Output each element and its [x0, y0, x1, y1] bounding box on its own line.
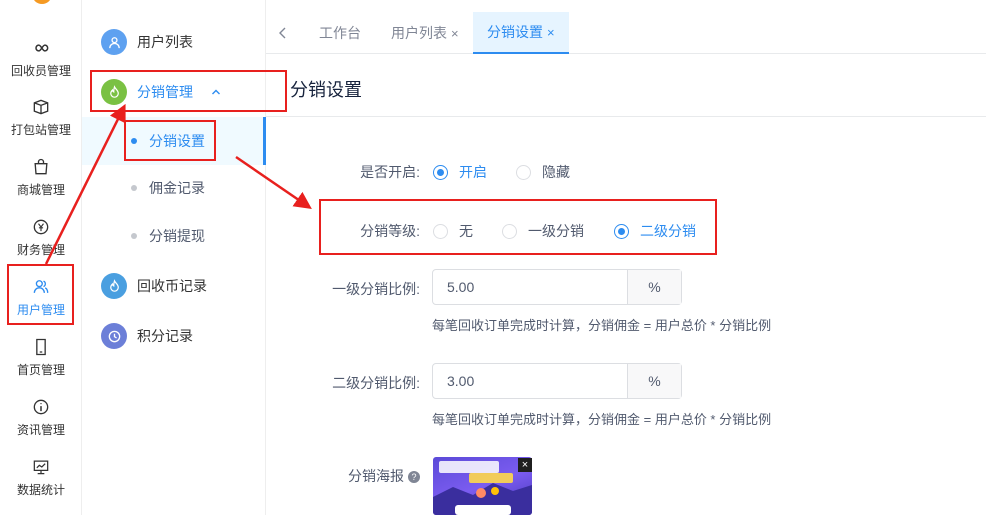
poster-label-text: 分销海报 [348, 468, 404, 484]
flame-icon [101, 273, 127, 299]
poster-remove-icon[interactable]: × [518, 458, 532, 472]
phone-icon [31, 337, 51, 357]
user-icon [101, 29, 127, 55]
submenu-label: 回收币记录 [137, 278, 207, 294]
infinity-icon [31, 38, 51, 58]
ratio1-input-group: % [432, 269, 682, 305]
chart-icon [31, 457, 51, 477]
chevron-left-icon [279, 27, 286, 39]
ratio1-hint: 每笔回收订单完成时计算，分销佣金 = 用户总价 * 分销比例 [432, 318, 772, 333]
annotation-box-distribution-mgmt [90, 70, 287, 112]
rail-label: 回收员管理 [10, 64, 71, 78]
rail-item-homepage[interactable]: 首页管理 [0, 337, 82, 397]
tab-workbench[interactable]: 工作台 [319, 12, 361, 54]
radio-label: 隐藏 [542, 164, 570, 180]
tab-user-list[interactable]: 用户列表 × [391, 12, 459, 54]
rail-item-statistics[interactable]: 数据统计 [0, 457, 82, 517]
submenu-label: 佣金记录 [149, 180, 205, 196]
box-icon [31, 97, 51, 117]
tab-distribution-settings[interactable]: 分销设置 × [473, 12, 569, 54]
close-icon[interactable]: × [547, 25, 555, 40]
icon-rail: 回收员管理 打包站管理 商城管理 财务管理 用户管理 首页管理 资讯管理 数据统… [0, 0, 82, 515]
divider [266, 116, 986, 117]
bullet-dot [131, 185, 137, 191]
annotation-box-level-field [319, 199, 717, 255]
submenu-label: 积分记录 [137, 328, 193, 344]
submenu-commission-records[interactable]: 佣金记录 [82, 164, 266, 212]
rail-label: 资讯管理 [16, 423, 65, 437]
annotation-box-user-mgmt [7, 264, 74, 325]
page-title: 分销设置 [290, 80, 362, 100]
ratio2-input[interactable] [433, 364, 627, 398]
rail-label: 财务管理 [16, 243, 65, 257]
rail-label: 首页管理 [16, 363, 65, 377]
percent-suffix: % [627, 270, 681, 304]
radio-label: 开启 [459, 164, 487, 180]
tab-label: 分销设置 [487, 24, 543, 40]
ratio2-hint: 每笔回收订单完成时计算，分销佣金 = 用户总价 * 分销比例 [432, 412, 772, 427]
help-icon[interactable]: ? [408, 471, 420, 483]
rail-item-news[interactable]: 资讯管理 [0, 397, 82, 457]
tab-label: 工作台 [319, 25, 361, 41]
clock-icon [101, 323, 127, 349]
shopping-bag-icon [31, 157, 51, 177]
radio-circle [516, 164, 531, 180]
submenu-label: 分销提现 [149, 228, 205, 244]
ratio2-label: 二级分销比例: [332, 375, 420, 391]
ratio2-input-group: % [432, 363, 682, 399]
logo [32, 0, 52, 4]
tab-bar: 工作台 用户列表 × 分销设置 × [266, 12, 986, 54]
yen-icon [31, 217, 51, 237]
rail-item-packing-station[interactable]: 打包站管理 [0, 97, 82, 157]
ratio1-input[interactable] [433, 270, 627, 304]
info-icon [31, 397, 51, 417]
rail-label: 打包站管理 [10, 123, 71, 137]
rail-label: 数据统计 [16, 483, 65, 497]
tab-label: 用户列表 [391, 25, 447, 41]
bullet-dot [131, 233, 137, 239]
rail-item-mall[interactable]: 商城管理 [0, 157, 82, 217]
annotation-box-distribution-settings [124, 120, 216, 161]
enable-on-radio[interactable]: 开启 [433, 162, 487, 182]
submenu-user-list[interactable]: 用户列表 [82, 17, 266, 67]
submenu-label: 用户列表 [137, 34, 193, 50]
poster-label: 分销海报? [270, 466, 420, 486]
submenu-coin-records[interactable]: 回收币记录 [82, 261, 266, 311]
percent-suffix: % [627, 364, 681, 398]
radio-circle [433, 164, 448, 180]
submenu-distribution-withdraw[interactable]: 分销提现 [82, 212, 266, 260]
close-icon[interactable]: × [451, 26, 459, 41]
enable-off-radio[interactable]: 隐藏 [516, 162, 570, 182]
rail-label: 商城管理 [16, 183, 65, 197]
rail-item-collector[interactable]: 回收员管理 [0, 38, 82, 98]
enable-label: 是否开启: [360, 164, 420, 180]
submenu-points-records[interactable]: 积分记录 [82, 311, 266, 361]
tab-scroll-left[interactable] [278, 12, 288, 54]
ratio1-label: 一级分销比例: [332, 281, 420, 297]
